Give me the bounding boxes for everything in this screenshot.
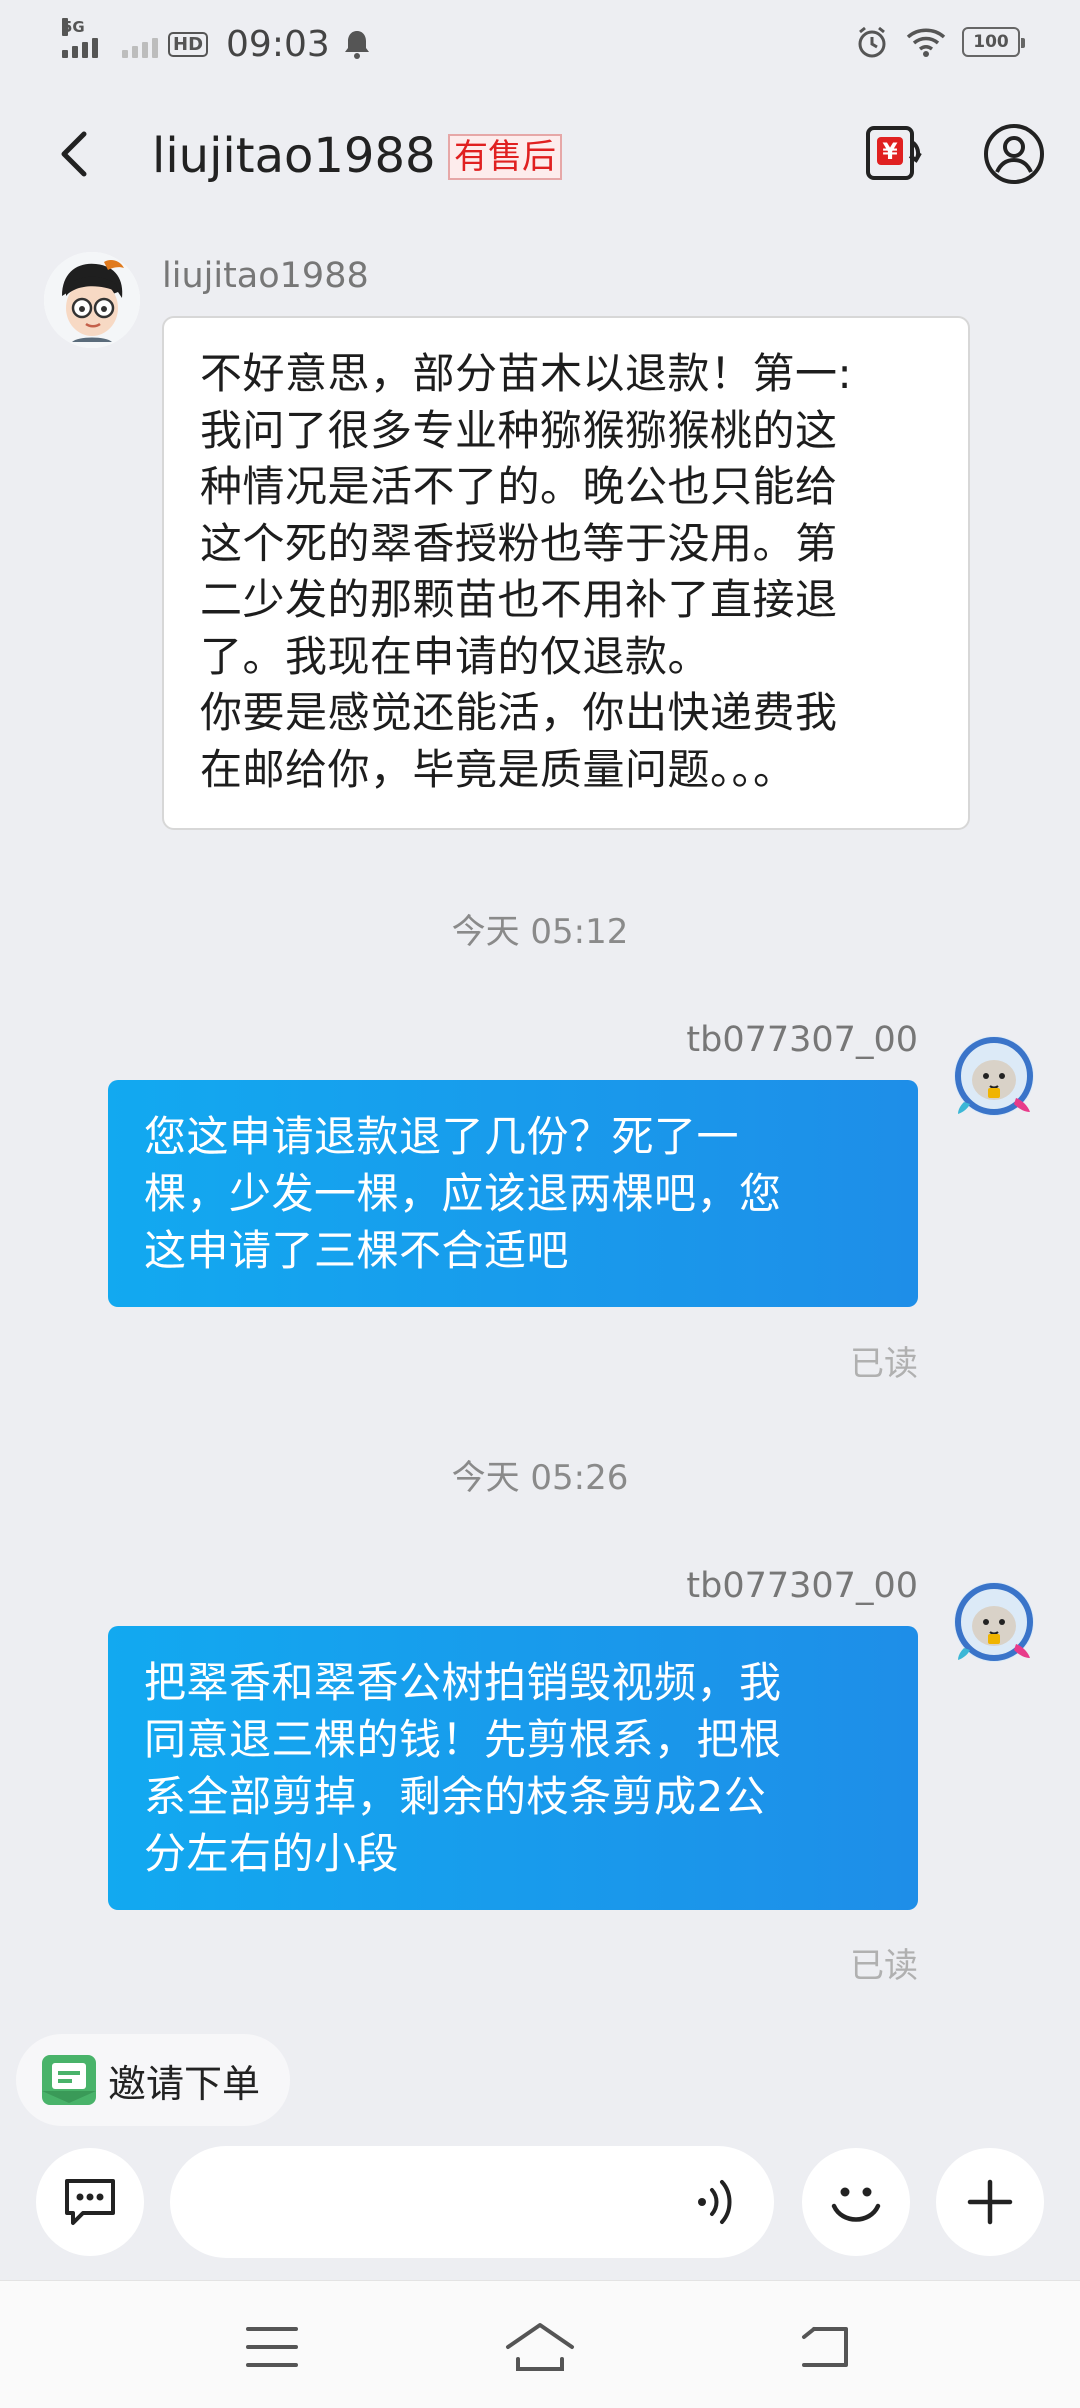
message-input-bar xyxy=(0,2140,1080,2270)
message-line: 您这申请退款退了几份？死了一 xyxy=(144,1112,740,1161)
order-refund-button[interactable]: ¥ xyxy=(862,122,924,184)
plus-icon xyxy=(967,2179,1013,2225)
message-line: 了。我现在申请的仅退款。 xyxy=(200,631,711,681)
hd-icon: HD xyxy=(168,31,209,57)
message-bubble-outgoing[interactable]: 把翠香和翠香公树拍销毁视频，我 同意退三棵的钱！先剪根系，把根 系全部剪掉，剩余… xyxy=(108,1626,918,1910)
message-bubble-incoming[interactable]: 不好意思，部分苗木以退款！第一: 我问了很多专业种猕猴猕猴桃的这 种情况是活不了… xyxy=(162,316,970,830)
timestamp: 今天 05:12 xyxy=(451,912,629,952)
system-nav-bar xyxy=(0,2280,1080,2408)
message-line: 我问了很多专业种猕猴猕猴桃的这 xyxy=(200,405,838,455)
after-sale-badge[interactable]: 有售后 xyxy=(448,134,562,180)
read-status: 已读 xyxy=(850,1344,918,1384)
nav-home-button[interactable] xyxy=(504,2311,576,2383)
sender-name: tb077307_00 xyxy=(686,1020,918,1060)
invite-order-label: 邀请下单 xyxy=(108,2061,261,2106)
yuan-refresh-icon: ¥ xyxy=(866,126,922,180)
cat-astronaut-avatar-icon xyxy=(954,1036,1034,1116)
seller-avatar[interactable] xyxy=(44,252,140,348)
message-line: 同意退三棵的钱！先剪根系，把根 xyxy=(144,1715,782,1764)
wifi-icon xyxy=(906,28,946,57)
svg-text:¥: ¥ xyxy=(882,140,898,165)
message-line: 这申请了三棵不合适吧 xyxy=(144,1226,570,1275)
buyer-avatar[interactable] xyxy=(946,1574,1042,1670)
message-line: 你要是感觉还能活，你出快递费我 xyxy=(200,688,838,737)
invite-order-button[interactable]: 邀请下单 xyxy=(16,2034,290,2126)
profile-button[interactable] xyxy=(982,122,1046,186)
back-button[interactable] xyxy=(44,124,104,184)
voice-icon xyxy=(698,2180,732,2224)
message-line: 在邮给你，毕竟是质量问题。。。 xyxy=(200,744,796,794)
message-line: 二少发的那颗苗也不用补了直接退 xyxy=(200,575,838,624)
status-time: 09:03 xyxy=(226,23,330,65)
read-status: 已读 xyxy=(850,1946,918,1986)
message-line: 棵，少发一棵，应该退两棵吧，您 xyxy=(144,1169,782,1218)
chevron-left-icon xyxy=(61,131,87,177)
voice-input-button[interactable] xyxy=(690,2174,746,2230)
cell-signal-icon: 5G xyxy=(62,18,98,58)
notification-bell-icon xyxy=(344,31,369,59)
emoji-button[interactable] xyxy=(802,2148,910,2256)
page-title: liujitao1988 xyxy=(152,128,436,184)
nav-menu-button[interactable] xyxy=(236,2311,308,2383)
chat-header: liujitao1988 有售后 ¥ xyxy=(0,100,1080,212)
message-line: 分左右的小段 xyxy=(144,1829,400,1878)
sender-name: tb077307_00 xyxy=(686,1566,918,1606)
chat-bubble-icon xyxy=(65,2179,115,2225)
more-options-button[interactable] xyxy=(936,2148,1044,2256)
user-icon xyxy=(984,124,1044,184)
alarm-icon xyxy=(858,26,886,58)
quick-reply-button[interactable] xyxy=(36,2148,144,2256)
smile-icon xyxy=(831,2187,881,2222)
back-arrow-icon xyxy=(802,2327,848,2367)
nav-back-button[interactable] xyxy=(788,2311,860,2383)
timestamp: 今天 05:26 xyxy=(451,1458,629,1498)
battery-icon: 100 xyxy=(962,27,1025,57)
message-line: 种情况是活不了的。晚公也只能给 xyxy=(200,462,838,511)
message-input[interactable] xyxy=(170,2146,774,2258)
home-icon xyxy=(506,2323,574,2371)
invite-order-icon xyxy=(42,2055,96,2105)
network-type: 5G xyxy=(62,18,85,36)
message-line: 系全部剪掉，剩余的枝条剪成2公 xyxy=(144,1772,767,1821)
cartoon-boy-avatar-icon xyxy=(44,252,140,348)
sender-name: liujitao1988 xyxy=(162,256,369,296)
message-line: 把翠香和翠香公树拍销毁视频，我 xyxy=(144,1658,782,1707)
buyer-avatar[interactable] xyxy=(946,1028,1042,1124)
message-line: 不好意思，部分苗木以退款！第一: xyxy=(200,349,853,398)
cell-signal-2-icon xyxy=(122,30,158,58)
status-bar: 5G HD 09:03 100 xyxy=(0,0,1080,90)
menu-icon xyxy=(246,2327,298,2367)
message-bubble-outgoing[interactable]: 您这申请退款退了几份？死了一 棵，少发一棵，应该退两棵吧，您 这申请了三棵不合适… xyxy=(108,1080,918,1307)
message-line: 这个死的翠香授粉也等于没用。第 xyxy=(200,518,838,568)
cat-astronaut-avatar-icon xyxy=(954,1582,1034,1662)
